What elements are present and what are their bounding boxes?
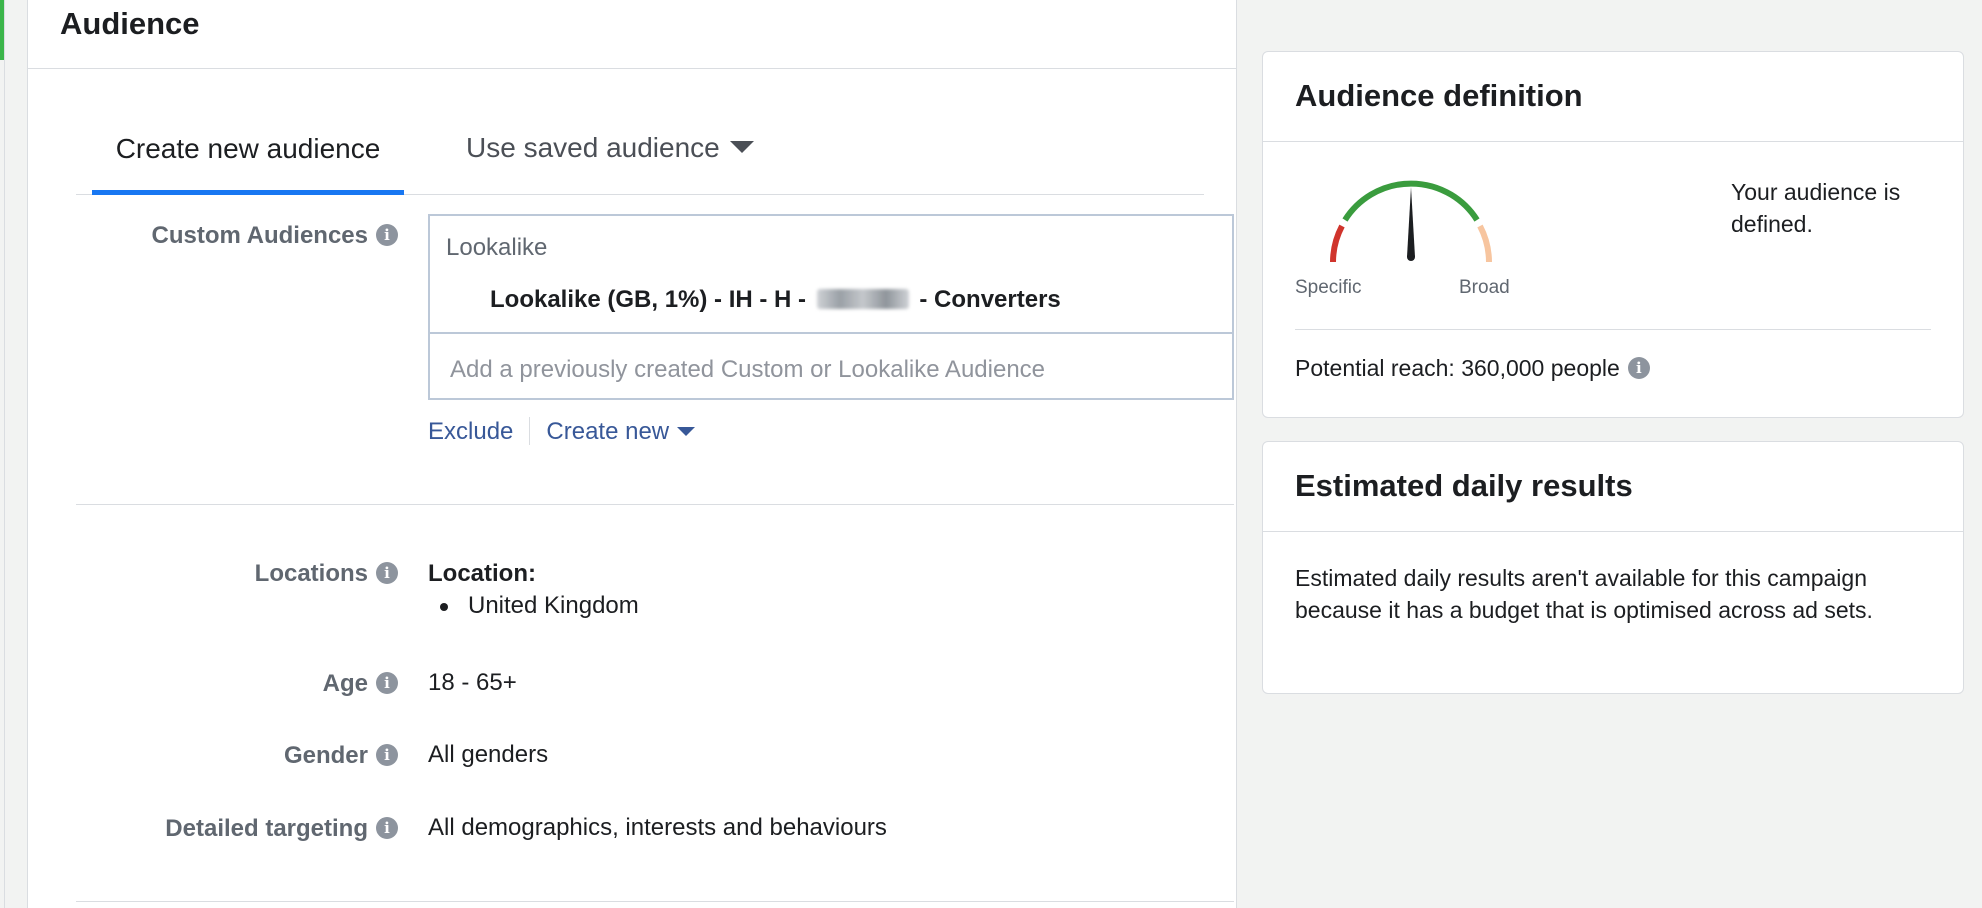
info-icon[interactable]: i <box>376 817 398 839</box>
info-icon[interactable]: i <box>376 562 398 584</box>
gauge-specific-label: Specific <box>1295 277 1362 299</box>
info-icon[interactable]: i <box>376 744 398 766</box>
estimated-daily-results-message: Estimated daily results aren't available… <box>1295 562 1945 626</box>
tab-label: Use saved audience <box>466 132 720 163</box>
card-divider <box>1263 531 1963 532</box>
card-divider <box>1295 329 1931 330</box>
info-icon[interactable]: i <box>1628 357 1650 379</box>
age-label-text: Age <box>323 670 368 697</box>
selected-audience-suffix: - Converters <box>919 286 1060 313</box>
potential-reach: Potential reach: 360,000 people i <box>1295 355 1650 382</box>
gender-value: All genders <box>428 741 548 769</box>
caret-down-icon <box>677 427 695 436</box>
estimated-daily-results-title: Estimated daily results <box>1295 468 1633 504</box>
custom-audience-search-input[interactable] <box>450 356 1210 384</box>
section-title: Audience <box>60 6 200 42</box>
custom-audiences-label-text: Custom Audiences <box>152 222 368 249</box>
selected-audience-item[interactable]: Lookalike (GB, 1%) - IH - H - - Converte… <box>490 286 1061 314</box>
gender-label: Genderi <box>284 742 398 770</box>
ca-input-divider <box>430 332 1232 334</box>
detailed-targeting-label: Detailed targeting i <box>165 815 398 843</box>
section-divider <box>76 504 1234 505</box>
location-heading: Location: <box>428 560 536 588</box>
custom-audiences-box: Lookalike Lookalike (GB, 1%) - IH - H - … <box>428 214 1234 400</box>
age-value: 18 - 65+ <box>428 669 517 697</box>
tab-create-new-audience[interactable]: Create new audience <box>92 120 404 195</box>
gauge-needle <box>1407 187 1415 257</box>
info-icon[interactable]: i <box>376 672 398 694</box>
gauge-broad-label: Broad <box>1459 277 1510 299</box>
audience-definition-card: Audience definition Specific Broad Your … <box>1262 51 1964 418</box>
info-icon[interactable]: i <box>376 224 398 246</box>
audience-definition-title: Audience definition <box>1295 78 1583 114</box>
gender-label-text: Gender <box>284 742 368 769</box>
detailed-targeting-value: All demographics, interests and behaviou… <box>428 814 887 842</box>
gauge-needle-pivot <box>1407 253 1415 261</box>
potential-reach-text: Potential reach: 360,000 people <box>1295 355 1620 381</box>
create-new-dropdown[interactable]: Create new <box>546 418 695 445</box>
gauge-red-segment <box>1333 226 1342 262</box>
section-divider <box>76 901 1234 902</box>
actions-separator <box>529 417 530 445</box>
age-label: Agei <box>323 670 398 698</box>
audience-panel: Audience Create new audience Use saved a… <box>27 0 1237 908</box>
detailed-targeting-label-text: Detailed targeting <box>165 815 368 842</box>
audience-tabs: Create new audience Use saved audience <box>76 120 1204 195</box>
selected-audience-prefix: Lookalike (GB, 1%) - IH - H - <box>490 286 806 313</box>
title-divider <box>28 68 1236 69</box>
audience-size-gauge <box>1311 162 1511 272</box>
left-gutter-line <box>4 0 5 908</box>
card-divider <box>1263 141 1963 142</box>
exclude-link[interactable]: Exclude <box>428 418 513 445</box>
locations-label-text: Locations <box>255 560 368 587</box>
gauge-peach-segment <box>1480 226 1489 262</box>
ca-group-label: Lookalike <box>446 234 547 262</box>
caret-down-icon <box>730 141 754 153</box>
location-list: United Kingdom <box>428 592 639 620</box>
custom-audience-actions: Exclude Create new <box>428 418 695 447</box>
create-new-label: Create new <box>546 418 669 445</box>
audience-status-text: Your audience is defined. <box>1731 176 1941 240</box>
estimated-daily-results-card: Estimated daily results Estimated daily … <box>1262 441 1964 694</box>
custom-audiences-label: Custom Audiences i <box>152 222 398 250</box>
locations-label: Locations i <box>255 560 398 588</box>
location-item: United Kingdom <box>428 592 639 620</box>
redacted-text <box>817 289 909 309</box>
tab-label: Create new audience <box>116 133 381 164</box>
tab-use-saved-audience[interactable]: Use saved audience <box>466 120 754 194</box>
